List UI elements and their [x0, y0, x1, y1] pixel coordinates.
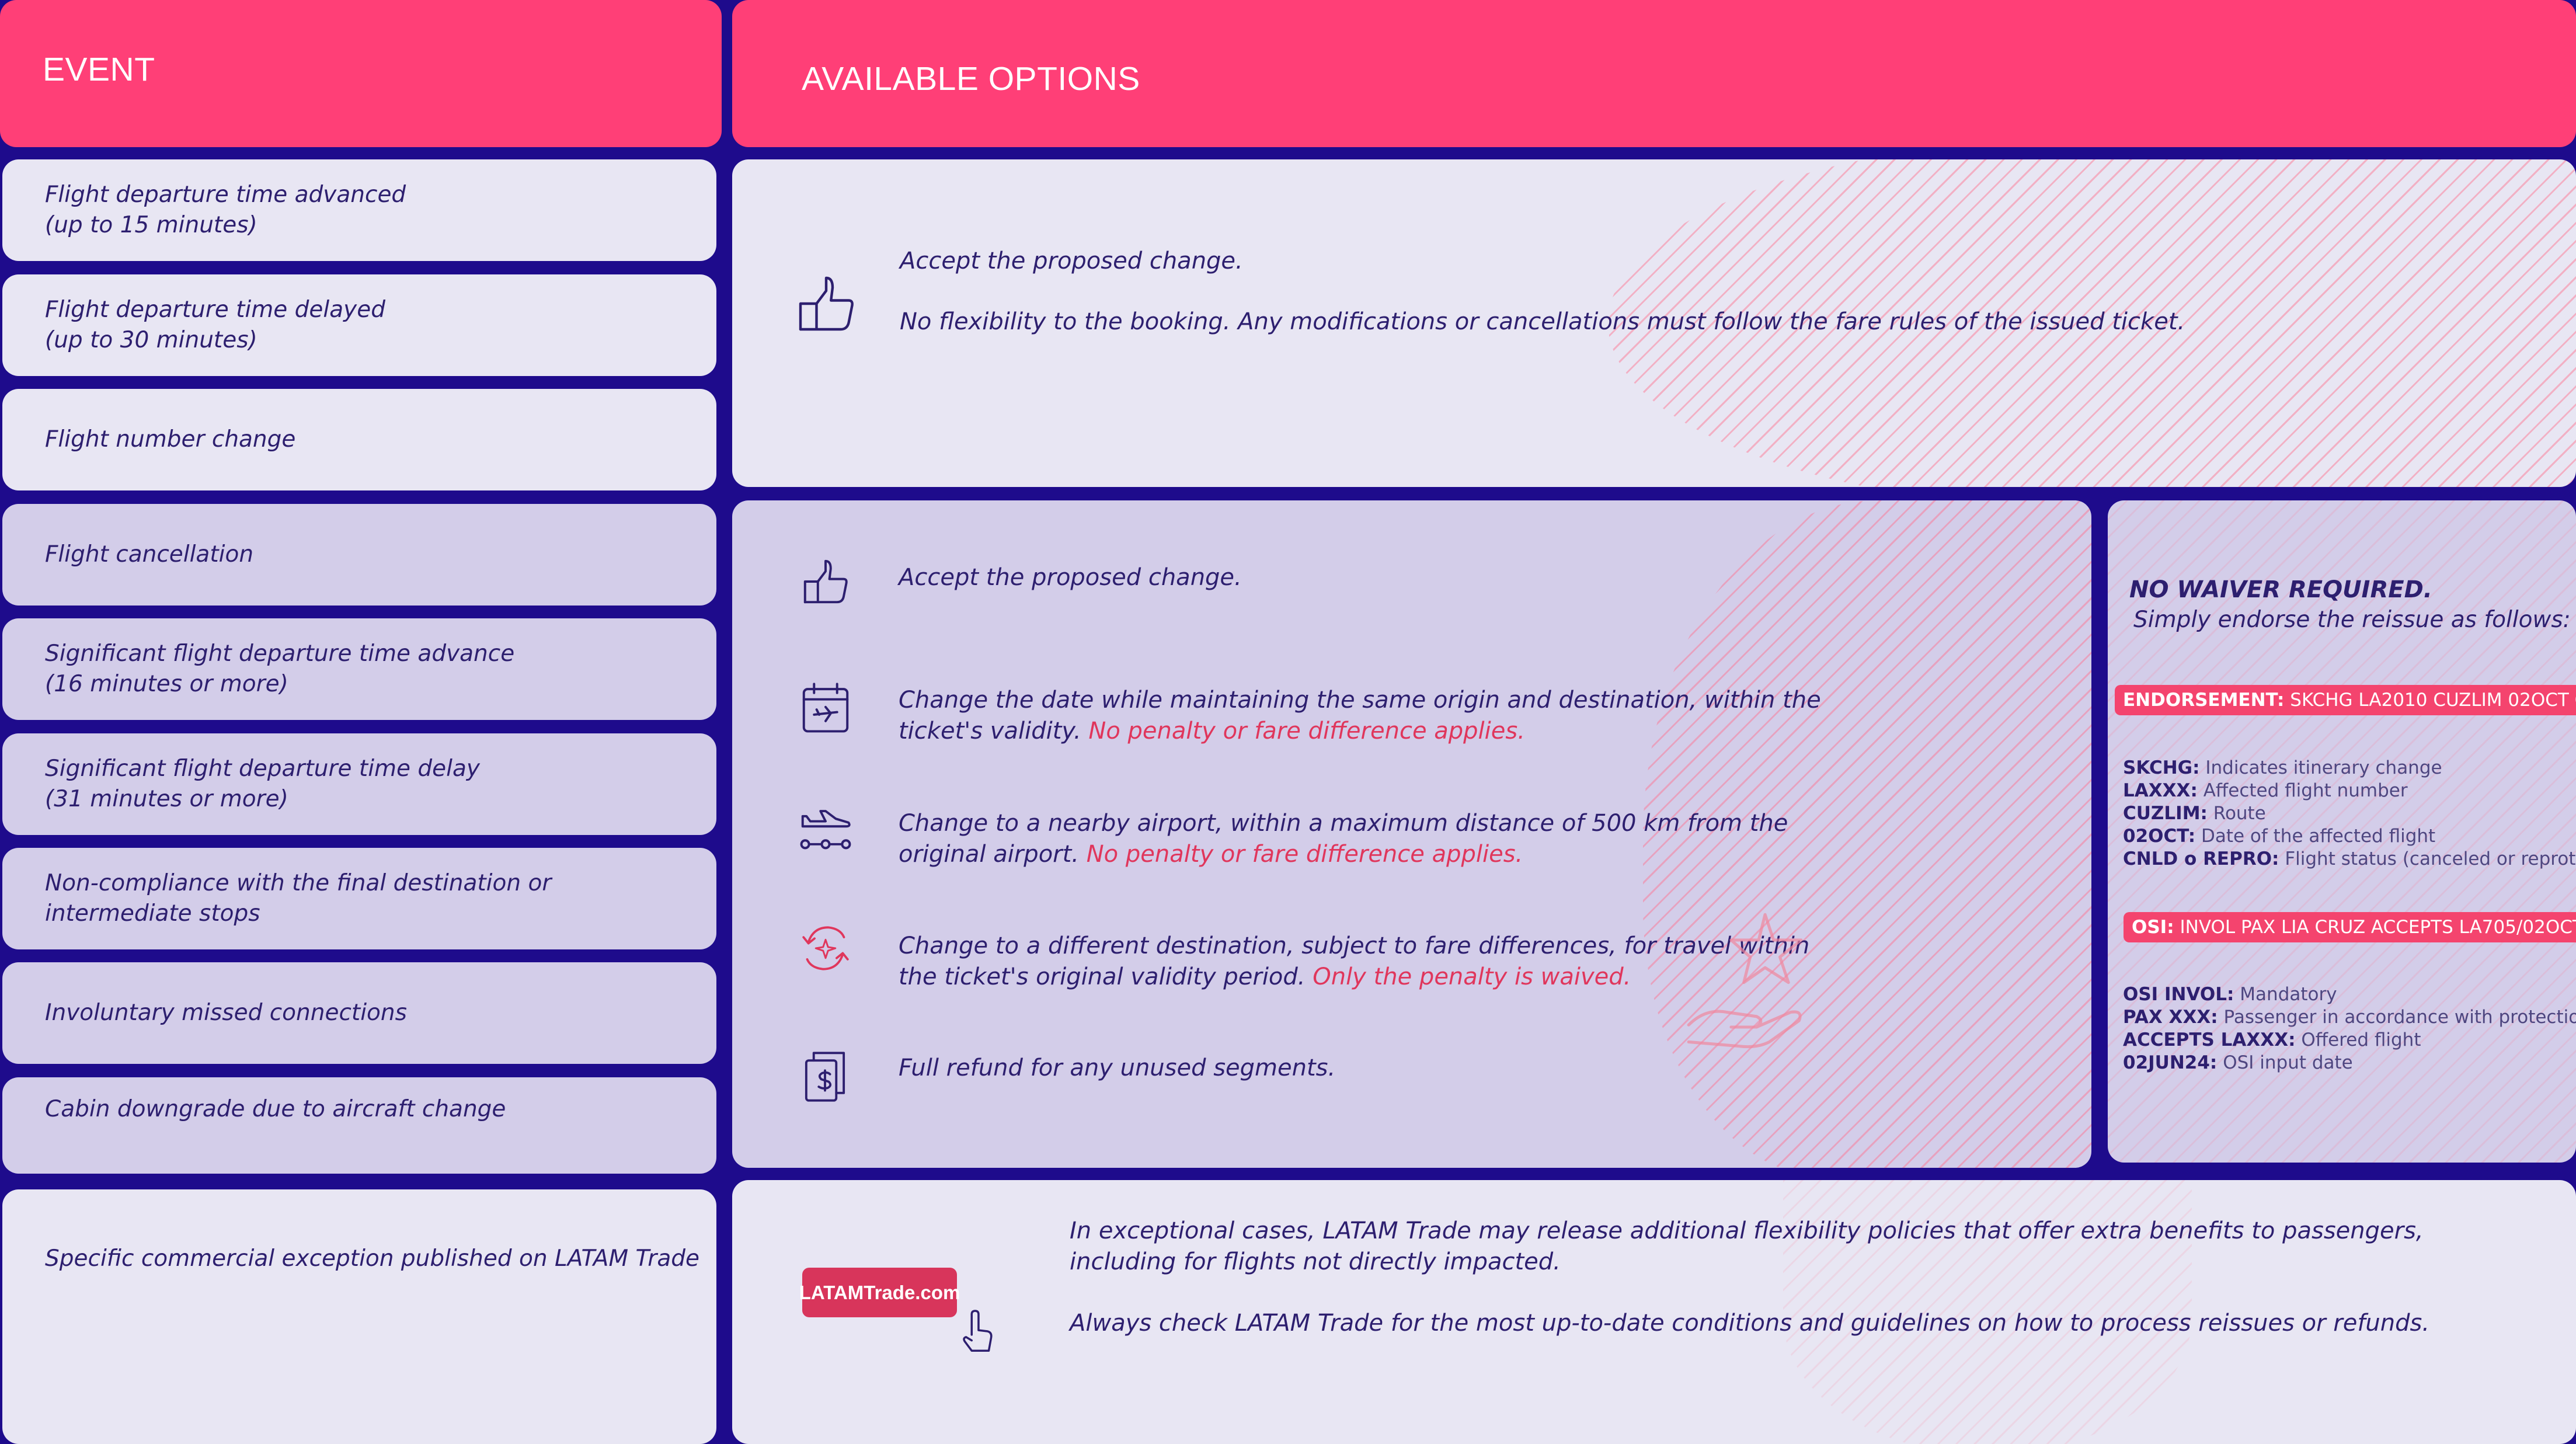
event-card: Non-compliance with the final destinatio…	[2, 848, 716, 949]
event-label: Non-compliance with the final destinatio…	[45, 870, 552, 927]
legend-line: 02JUN24: OSI input date	[2123, 1052, 2353, 1073]
legend-line: PAX XXX: Passenger in accordance with pr…	[2123, 1007, 2576, 1028]
endorsement-value: SKCHG LA2010 CUZLIM 02OCT CNLD	[2290, 690, 2576, 711]
no-flex-accept-text: Accept the proposed change.	[900, 248, 1243, 274]
legend-line: SKCHG: Indicates itinerary change	[2123, 757, 2442, 778]
endorsement-label: ENDORSEMENT:	[2123, 690, 2285, 711]
option-highlight: No penalty or fare difference applies.	[1088, 718, 1525, 744]
osi-value: INVOL PAX LIA CRUZ ACCEPTS LA705/02OCT24	[2180, 917, 2576, 938]
legend-line: 02OCT: Date of the affected flight	[2123, 826, 2436, 847]
option-text: Change the date while maintaining the sa…	[899, 685, 1833, 747]
options-panel-involuntary: Accept the proposed change. Change the d…	[732, 500, 2091, 1168]
event-card: Flight number change	[2, 389, 716, 490]
event-label: Flight departure time advanced (up to 15…	[45, 182, 406, 238]
option-text: Change to a nearby airport, within a max…	[899, 808, 1833, 870]
event-card: Involuntary missed connections	[2, 962, 716, 1064]
event-header: EVENT	[0, 0, 722, 147]
legend-line: CNLD o REPRO: Flight status (canceled or…	[2123, 848, 2576, 869]
hand-pointer-icon	[960, 1310, 995, 1355]
event-label: Flight cancellation	[45, 541, 254, 568]
option-highlight: Only the penalty is waived.	[1313, 963, 1631, 990]
osi-legend: OSI INVOL: Mandatory PAX XXX: Passenger …	[2123, 983, 2576, 1074]
legend-line: LAXXX: Affected flight number	[2123, 780, 2408, 801]
exchange-icon	[801, 922, 850, 975]
event-header-label: EVENT	[43, 51, 155, 88]
option-text: Full refund for any unused segments.	[899, 1053, 1833, 1084]
osi-pill: OSI: INVOL PAX LIA CRUZ ACCEPTS LA705/02…	[2124, 912, 2576, 942]
event-label: Cabin downgrade due to aircraft change	[45, 1096, 506, 1122]
event-label: Flight departure time delayed (up to 30 …	[45, 297, 385, 353]
star-hand-icon	[1684, 910, 1812, 1050]
waiver-panel: NO WAIVER REQUIRED. Simply endorse the r…	[2108, 500, 2576, 1163]
waiver-title: NO WAIVER REQUIRED.	[2129, 576, 2432, 603]
option-body: Accept the proposed change.	[899, 564, 1242, 591]
options-header-label: AVAILABLE OPTIONS	[802, 60, 1140, 98]
event-card: Specific commercial exception published …	[2, 1189, 716, 1444]
option-text: Accept the proposed change.	[899, 562, 1950, 593]
event-card: Flight cancellation	[2, 504, 716, 606]
legend-line: ACCEPTS LAXXX: Offered flight	[2123, 1029, 2421, 1050]
plane-route-icon	[798, 808, 854, 855]
event-label: Specific commercial exception published …	[45, 1245, 699, 1272]
thumbs-up-icon	[794, 272, 858, 336]
event-card: Significant flight departure time delay …	[2, 733, 716, 835]
osi-label: OSI:	[2132, 917, 2174, 938]
calendar-plane-icon	[800, 681, 851, 735]
refund-document-icon	[803, 1050, 847, 1103]
event-label: Involuntary missed connections	[45, 1000, 407, 1026]
legend-line: OSI INVOL: Mandatory	[2123, 984, 2337, 1005]
options-header: AVAILABLE OPTIONS	[732, 0, 2576, 147]
legend-line: CUZLIM: Route	[2123, 803, 2266, 824]
event-card: Flight departure time advanced (up to 15…	[2, 159, 716, 261]
no-flex-rules-text: No flexibility to the booking. Any modif…	[900, 308, 2185, 335]
endorsement-pill: ENDORSEMENT: SKCHG LA2010 CUZLIM 02OCT C…	[2115, 685, 2576, 715]
option-highlight: No penalty or fare difference applies.	[1086, 841, 1523, 868]
options-panel-exception: LATAMTrade.com In exceptional cases, LAT…	[732, 1180, 2576, 1444]
event-card: Flight departure time delayed (up to 30 …	[2, 274, 716, 376]
event-label: Flight number change	[45, 426, 296, 453]
waiver-subtitle: Simply endorse the reissue as follows:	[2133, 607, 2571, 633]
exception-para-1: In exceptional cases, LATAM Trade may re…	[1070, 1217, 2424, 1275]
event-label: Significant flight departure time advanc…	[45, 641, 515, 697]
options-panel-no-flex: Accept the proposed change. No flexibili…	[732, 159, 2576, 487]
event-card: Cabin downgrade due to aircraft change	[2, 1077, 716, 1174]
thumbs-up-icon	[800, 556, 851, 607]
exception-para-2: Always check LATAM Trade for the most up…	[1070, 1310, 2430, 1337]
event-label: Significant flight departure time delay …	[45, 756, 480, 812]
option-body: Full refund for any unused segments.	[899, 1055, 1336, 1081]
event-card: Significant flight departure time advanc…	[2, 618, 716, 720]
latam-trade-button[interactable]: LATAMTrade.com	[799, 1268, 960, 1317]
endorsement-legend: SKCHG: Indicates itinerary change LAXXX:…	[2123, 757, 2576, 871]
